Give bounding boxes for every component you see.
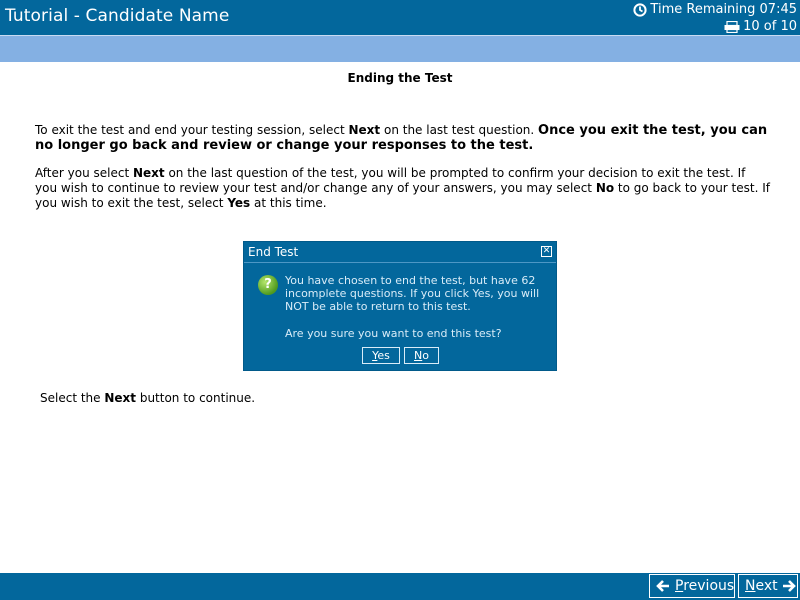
close-icon[interactable]: ✕ <box>541 246 552 257</box>
page-title: Ending the Test <box>347 71 453 85</box>
status-box: Time Remaining 07:45 10 of 10 <box>633 1 797 35</box>
app-title: Tutorial - Candidate Name <box>5 6 230 26</box>
arrow-right-icon <box>782 580 796 592</box>
next-label: Next <box>745 575 778 597</box>
intro-next-keyword: Next <box>348 123 381 137</box>
previous-label: Previous <box>675 575 734 597</box>
dialog-title: End Test <box>248 245 299 259</box>
next-rest: ext <box>755 578 778 594</box>
previous-button[interactable]: Previous <box>649 574 735 598</box>
question-progress: 10 of 10 <box>743 19 797 34</box>
intro-paragraph: To exit the test and end your testing se… <box>35 123 770 153</box>
confirm-text-a: After you select <box>35 166 133 180</box>
arrow-left-icon <box>656 580 669 592</box>
printer-icon <box>724 20 740 33</box>
instruction-next-keyword: Next <box>104 391 137 405</box>
toolbar-strip <box>0 35 800 62</box>
top-bar: Tutorial - Candidate Name Time Remaining… <box>0 0 800 35</box>
dialog-message: You have chosen to end the test, but hav… <box>285 274 540 313</box>
continue-instruction: Select the Next button to continue. <box>40 391 255 405</box>
dialog-titlebar: End Test ✕ <box>244 242 556 263</box>
progress-row: 10 of 10 <box>633 18 797 35</box>
confirm-no-keyword: No <box>595 181 615 195</box>
yes-button-label: es <box>377 349 390 362</box>
instruction-text-a: Select the <box>40 391 105 405</box>
next-button[interactable]: Next <box>738 574 798 598</box>
clock-icon <box>633 2 648 17</box>
confirm-text-g: at this time. <box>250 196 327 210</box>
instruction-text-c: button to continue. <box>136 391 256 405</box>
yes-button[interactable]: Yes <box>362 347 400 364</box>
no-button-label: o <box>422 349 429 362</box>
no-button-mnemonic: N <box>414 349 423 362</box>
time-remaining: Time Remaining 07:45 <box>650 2 797 17</box>
confirm-yes-keyword: Yes <box>227 196 251 210</box>
previous-mnemonic: P <box>675 578 684 594</box>
confirm-next-keyword: Next <box>132 166 165 180</box>
intro-text-a: To exit the test and end your testing se… <box>35 123 349 137</box>
dialog-question: Are you sure you want to end this test? <box>285 327 502 340</box>
end-test-dialog: End Test ✕ ? You have chosen to end the … <box>243 241 557 371</box>
bottom-nav-bar: Previous Next <box>0 573 800 600</box>
confirm-paragraph: After you select Next on the last questi… <box>35 166 770 211</box>
next-mnemonic: N <box>745 578 756 594</box>
previous-rest: revious <box>683 578 735 594</box>
no-button[interactable]: No <box>404 347 439 364</box>
time-remaining-row: Time Remaining 07:45 <box>633 1 797 18</box>
intro-text-c: on the last test question. <box>380 123 539 137</box>
help-icon: ? <box>258 275 278 295</box>
